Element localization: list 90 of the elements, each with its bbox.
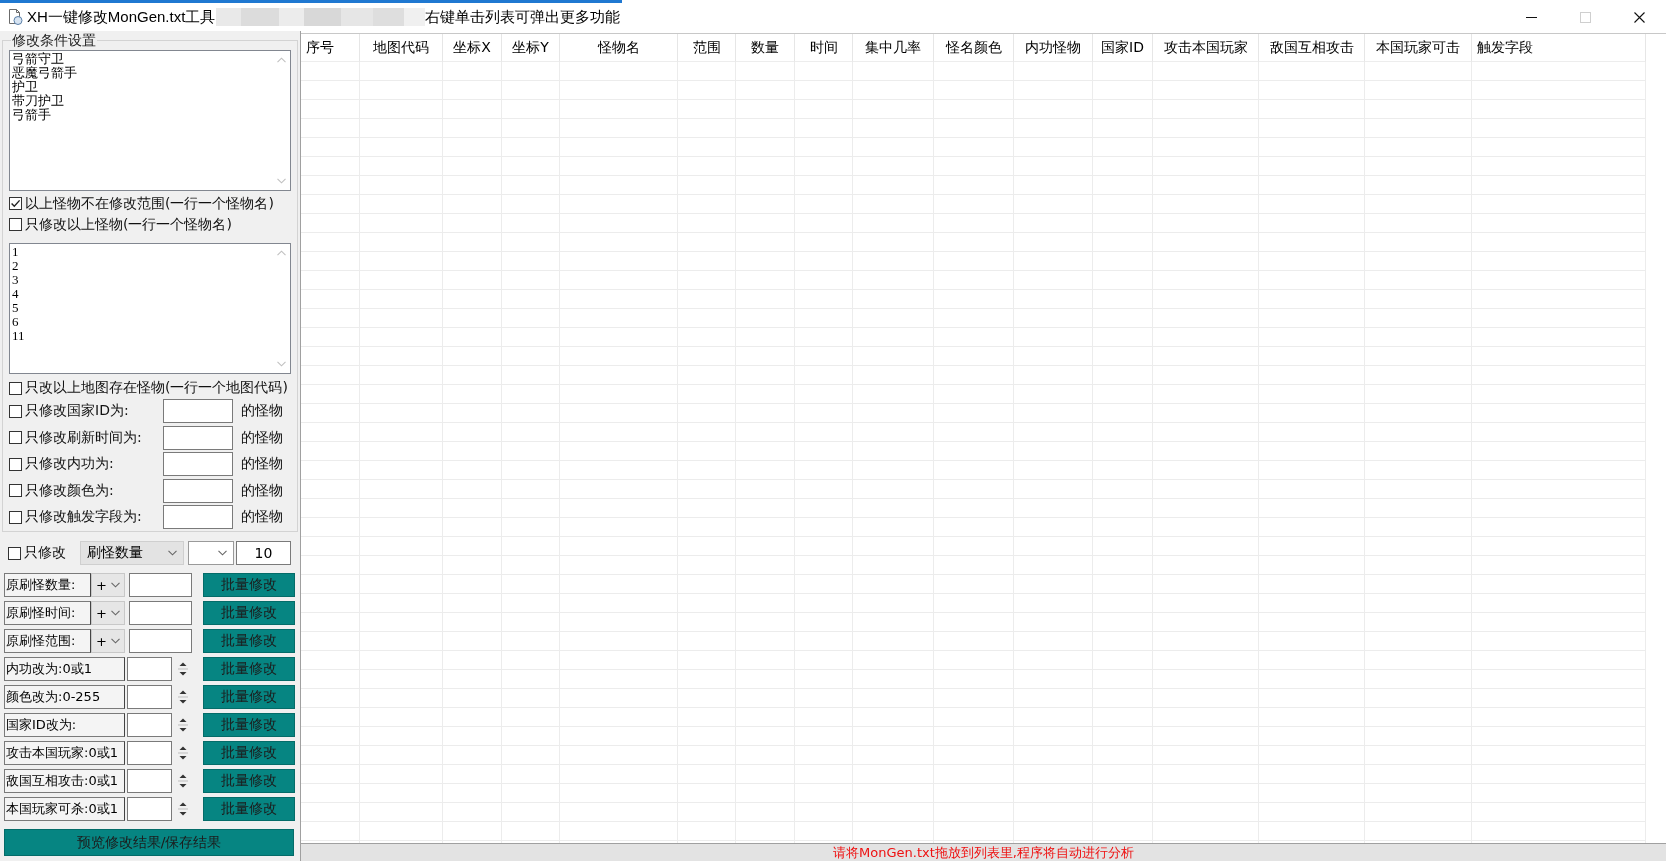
column-header[interactable]: 序号	[301, 34, 360, 62]
column-header[interactable]: 内功怪物	[1014, 34, 1093, 62]
checkbox[interactable]	[9, 484, 22, 498]
field-label: 原刷怪范围:	[4, 629, 91, 653]
input-field[interactable]	[163, 478, 233, 503]
operator-dropdown[interactable]	[188, 541, 234, 565]
value-input-field[interactable]: 10	[236, 541, 291, 565]
column-header[interactable]: 集中几率	[853, 34, 934, 62]
field-label: 攻击本国玩家:0或1	[4, 741, 125, 765]
column-header[interactable]: 范围	[678, 34, 736, 62]
checkbox-label: 只修改内功为:	[25, 455, 114, 474]
column-header[interactable]: 坐标X	[443, 34, 502, 62]
title-hint: 右键单击列表可弹出更多功能	[425, 7, 621, 27]
suffix-label: 的怪物	[241, 455, 284, 474]
operator-dropdown[interactable]: +	[91, 601, 125, 625]
window-title: XH一键修改MonGen.txt工具	[27, 7, 216, 27]
checkbox[interactable]	[9, 197, 22, 210]
checkbox[interactable]	[9, 381, 22, 395]
number-input-field[interactable]	[127, 685, 172, 709]
batch-modify-button[interactable]: 批量修改	[203, 797, 295, 821]
maximize-icon	[1579, 11, 1591, 23]
number-input-field[interactable]	[127, 769, 172, 793]
app-icon	[8, 9, 23, 25]
field-label: 原刷怪时间:	[4, 601, 91, 625]
input-field[interactable]	[163, 505, 233, 530]
batch-modify-button[interactable]: 批量修改	[203, 769, 295, 793]
batch-modify-button[interactable]: 批量修改	[203, 685, 295, 709]
column-header[interactable]: 触发字段	[1472, 34, 1646, 62]
checkbox[interactable]	[9, 218, 22, 231]
input-field[interactable]	[163, 452, 233, 477]
chevron-down-icon	[111, 582, 120, 588]
field-label: 敌国互相攻击:0或1	[4, 769, 125, 793]
preview-save-button[interactable]: 预览修改结果/保存结果	[4, 829, 294, 856]
checkbox-label: 只改以上地图存在怪物(一行一个地图代码)	[25, 379, 288, 397]
operator-dropdown[interactable]: +	[91, 629, 125, 653]
input-field[interactable]	[129, 573, 192, 597]
column-header[interactable]: 地图代码	[360, 34, 443, 62]
checkbox[interactable]	[9, 404, 22, 418]
column-header[interactable]: 敌国互相攻击	[1259, 34, 1365, 62]
input-field[interactable]	[163, 425, 233, 450]
operator-dropdown[interactable]: +	[91, 573, 125, 597]
column-header[interactable]: 国家ID	[1093, 34, 1153, 62]
checkbox-label: 只修改触发字段为:	[25, 508, 142, 527]
checkbox-label: 只修改刷新时间为:	[25, 428, 142, 447]
checkbox-label: 只修改	[24, 544, 66, 562]
batch-modify-button[interactable]: 批量修改	[203, 573, 295, 597]
batch-modify-button[interactable]: 批量修改	[203, 601, 295, 625]
chevron-down-icon	[111, 610, 120, 616]
field-label: 内功改为:0或1	[4, 657, 125, 681]
field-label: 本国玩家可杀:0或1	[4, 797, 125, 821]
batch-modify-button[interactable]: 批量修改	[203, 657, 295, 681]
number-input-field[interactable]	[127, 713, 172, 737]
input-field[interactable]	[129, 629, 192, 653]
suffix-label: 的怪物	[241, 481, 284, 500]
batch-modify-button[interactable]: 批量修改	[203, 629, 295, 653]
checkbox[interactable]	[9, 510, 22, 524]
checkbox[interactable]	[9, 457, 22, 471]
checkbox-label: 以上怪物不在修改范围(一行一个怪物名)	[25, 194, 274, 213]
number-input-field[interactable]	[127, 797, 172, 821]
batch-modify-button[interactable]: 批量修改	[203, 713, 295, 737]
column-header[interactable]: 攻击本国玩家	[1153, 34, 1259, 62]
chevron-down-icon	[168, 550, 177, 556]
status-message: 请将MonGen.txt拖放到列表里,程序将自动进行分析	[833, 844, 1134, 861]
chevron-down-icon	[218, 550, 227, 556]
field-label: 原刷怪数量:	[4, 573, 91, 597]
field-label: 国家ID改为:	[4, 713, 125, 737]
checkbox-label: 只修改颜色为:	[25, 481, 114, 500]
checkbox-label: 只修改国家ID为:	[25, 402, 129, 421]
column-header[interactable]: 怪物名	[560, 34, 678, 62]
number-input-field[interactable]	[127, 741, 172, 765]
group-title: 修改条件设置	[11, 31, 97, 49]
suffix-label: 的怪物	[241, 402, 284, 421]
checkbox-label: 只修改以上怪物(一行一个怪物名)	[25, 215, 232, 234]
batch-modify-button[interactable]: 批量修改	[203, 741, 295, 765]
column-header[interactable]: 怪名颜色	[934, 34, 1014, 62]
chevron-down-icon	[111, 638, 120, 644]
field-label: 颜色改为:0-255	[4, 685, 125, 709]
column-header[interactable]: 数量	[736, 34, 795, 62]
close-icon	[1633, 11, 1645, 23]
input-field[interactable]	[163, 399, 233, 424]
checkbox[interactable]	[8, 546, 21, 560]
column-header[interactable]: 坐标Y	[502, 34, 560, 62]
input-field[interactable]	[129, 601, 192, 625]
checkbox[interactable]	[9, 431, 22, 445]
suffix-label: 的怪物	[241, 428, 284, 447]
field-dropdown[interactable]: 刷怪数量	[80, 541, 184, 565]
suffix-label: 的怪物	[241, 508, 284, 527]
column-header[interactable]: 本国玩家可击	[1365, 34, 1472, 62]
number-input-field[interactable]	[127, 657, 172, 681]
column-header[interactable]: 时间	[795, 34, 853, 62]
